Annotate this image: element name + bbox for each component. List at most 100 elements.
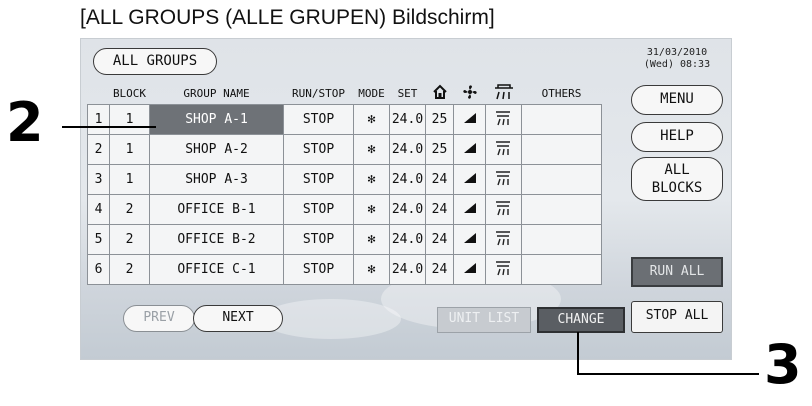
fan-speed-icon bbox=[463, 202, 477, 218]
others-cell[interactable] bbox=[521, 164, 602, 195]
table-row[interactable]: 3 1 SHOP A-3 STOP ✻ 24.0 24 bbox=[87, 164, 602, 195]
group-name-cell[interactable]: SHOP A-3 bbox=[149, 164, 284, 195]
run-stop-cell[interactable]: STOP bbox=[283, 224, 354, 255]
room-temp-header bbox=[426, 83, 454, 105]
date-text: 31/03/2010 bbox=[646, 47, 708, 58]
setpoint-cell[interactable]: 24.0 bbox=[389, 194, 426, 225]
table-header: BLOCK GROUP NAME RUN/STOP MODE SET OTHER… bbox=[88, 83, 602, 105]
fan-speed-cell[interactable] bbox=[453, 254, 486, 285]
time-text: (Wed) 08:33 bbox=[643, 59, 711, 70]
run-stop-cell[interactable]: STOP bbox=[283, 254, 354, 285]
change-button[interactable]: CHANGE bbox=[537, 307, 625, 333]
setpoint-cell[interactable]: 24.0 bbox=[389, 134, 426, 165]
column-header-index bbox=[88, 83, 110, 105]
setpoint-cell[interactable]: 24.0 bbox=[389, 164, 426, 195]
louver-icon bbox=[494, 84, 513, 100]
room-temp-cell: 24 bbox=[425, 164, 454, 195]
next-button[interactable]: NEXT bbox=[193, 305, 283, 332]
mode-snowflake-icon: ✻ bbox=[367, 232, 376, 247]
row-number: 3 bbox=[87, 164, 110, 195]
setpoint-cell[interactable]: 24.0 bbox=[389, 104, 426, 135]
fan-speed-cell[interactable] bbox=[453, 224, 486, 255]
fan-header bbox=[454, 83, 486, 105]
table-row[interactable]: 6 2 OFFICE C-1 STOP ✻ 24.0 24 bbox=[87, 254, 602, 285]
table-row[interactable]: 1 1 SHOP A-1 STOP ✻ 24.0 25 bbox=[87, 104, 602, 135]
date-time-display: 31/03/2010 (Wed) 08:33 bbox=[627, 47, 727, 71]
fan-speed-icon bbox=[463, 112, 477, 128]
fan-speed-icon bbox=[463, 262, 477, 278]
louver-cell[interactable] bbox=[485, 164, 522, 195]
callout-number-3: 3 bbox=[764, 333, 802, 396]
row-number: 1 bbox=[87, 104, 110, 135]
louver-swing-icon bbox=[494, 260, 514, 281]
setpoint-cell[interactable]: 24.0 bbox=[389, 224, 426, 255]
all-blocks-label-line1: ALL bbox=[664, 162, 690, 178]
louver-header bbox=[486, 83, 522, 105]
menu-button[interactable]: MENU bbox=[631, 85, 723, 115]
group-name-cell[interactable]: OFFICE B-2 bbox=[149, 224, 284, 255]
mode-snowflake-icon: ✻ bbox=[367, 142, 376, 157]
column-header-group-name: GROUP NAME bbox=[183, 87, 250, 100]
table-row[interactable]: 2 1 SHOP A-2 STOP ✻ 24.0 25 bbox=[87, 134, 602, 165]
help-button[interactable]: HELP bbox=[631, 122, 723, 152]
column-header-block: BLOCK bbox=[112, 87, 147, 100]
block-cell: 2 bbox=[109, 224, 150, 255]
others-cell[interactable] bbox=[521, 194, 602, 225]
mode-cell[interactable]: ✻ bbox=[353, 194, 390, 225]
mode-cell[interactable]: ✻ bbox=[353, 254, 390, 285]
louver-cell[interactable] bbox=[485, 134, 522, 165]
louver-cell[interactable] bbox=[485, 224, 522, 255]
block-cell: 2 bbox=[109, 254, 150, 285]
mode-cell[interactable]: ✻ bbox=[353, 104, 390, 135]
room-temp-cell: 25 bbox=[425, 104, 454, 135]
mode-cell[interactable]: ✻ bbox=[353, 134, 390, 165]
group-name-cell[interactable]: SHOP A-1 bbox=[149, 104, 284, 135]
table-row[interactable]: 4 2 OFFICE B-1 STOP ✻ 24.0 24 bbox=[87, 194, 602, 225]
mode-cell[interactable]: ✻ bbox=[353, 164, 390, 195]
fan-speed-icon bbox=[463, 232, 477, 248]
setpoint-cell[interactable]: 24.0 bbox=[389, 254, 426, 285]
block-cell: 1 bbox=[109, 104, 150, 135]
house-icon bbox=[432, 84, 447, 99]
fan-speed-cell[interactable] bbox=[453, 164, 486, 195]
others-cell[interactable] bbox=[521, 134, 602, 165]
mode-cell[interactable]: ✻ bbox=[353, 224, 390, 255]
fan-speed-icon bbox=[463, 172, 477, 188]
run-stop-cell[interactable]: STOP bbox=[283, 134, 354, 165]
fan-speed-cell[interactable] bbox=[453, 104, 486, 135]
louver-cell[interactable] bbox=[485, 254, 522, 285]
run-all-button[interactable]: RUN ALL bbox=[631, 257, 723, 287]
others-cell[interactable] bbox=[521, 104, 602, 135]
all-groups-button[interactable]: ALL GROUPS bbox=[93, 48, 217, 75]
others-cell[interactable] bbox=[521, 254, 602, 285]
louver-cell[interactable] bbox=[485, 104, 522, 135]
prev-button[interactable]: PREV bbox=[123, 305, 195, 332]
column-header-run-stop: RUN/STOP bbox=[292, 87, 345, 100]
mode-snowflake-icon: ✻ bbox=[367, 172, 376, 187]
all-blocks-button[interactable]: ALL BLOCKS bbox=[631, 157, 723, 201]
fan-speed-icon bbox=[463, 142, 477, 158]
louver-cell[interactable] bbox=[485, 194, 522, 225]
all-blocks-label-line2: BLOCKS bbox=[651, 180, 703, 196]
table-row[interactable]: 5 2 OFFICE B-2 STOP ✻ 24.0 24 bbox=[87, 224, 602, 255]
fan-speed-cell[interactable] bbox=[453, 194, 486, 225]
row-number: 2 bbox=[87, 134, 110, 165]
run-stop-cell[interactable]: STOP bbox=[283, 194, 354, 225]
run-stop-cell[interactable]: STOP bbox=[283, 164, 354, 195]
louver-swing-icon bbox=[494, 200, 514, 221]
block-cell: 1 bbox=[109, 134, 150, 165]
fan-speed-cell[interactable] bbox=[453, 134, 486, 165]
others-cell[interactable] bbox=[521, 224, 602, 255]
group-name-cell[interactable]: OFFICE B-1 bbox=[149, 194, 284, 225]
callout-2-leader-line bbox=[62, 126, 156, 128]
row-number: 4 bbox=[87, 194, 110, 225]
room-temp-cell: 24 bbox=[425, 254, 454, 285]
group-name-cell[interactable]: SHOP A-2 bbox=[149, 134, 284, 165]
run-stop-cell[interactable]: STOP bbox=[283, 104, 354, 135]
stop-all-button[interactable]: STOP ALL bbox=[631, 301, 723, 333]
room-temp-cell: 25 bbox=[425, 134, 454, 165]
unit-list-button[interactable]: UNIT LIST bbox=[437, 307, 531, 333]
touch-screen: ALL GROUPS 31/03/2010 (Wed) 08:33 BLOCK … bbox=[80, 38, 732, 360]
group-name-cell[interactable]: OFFICE C-1 bbox=[149, 254, 284, 285]
mode-snowflake-icon: ✻ bbox=[367, 262, 376, 277]
